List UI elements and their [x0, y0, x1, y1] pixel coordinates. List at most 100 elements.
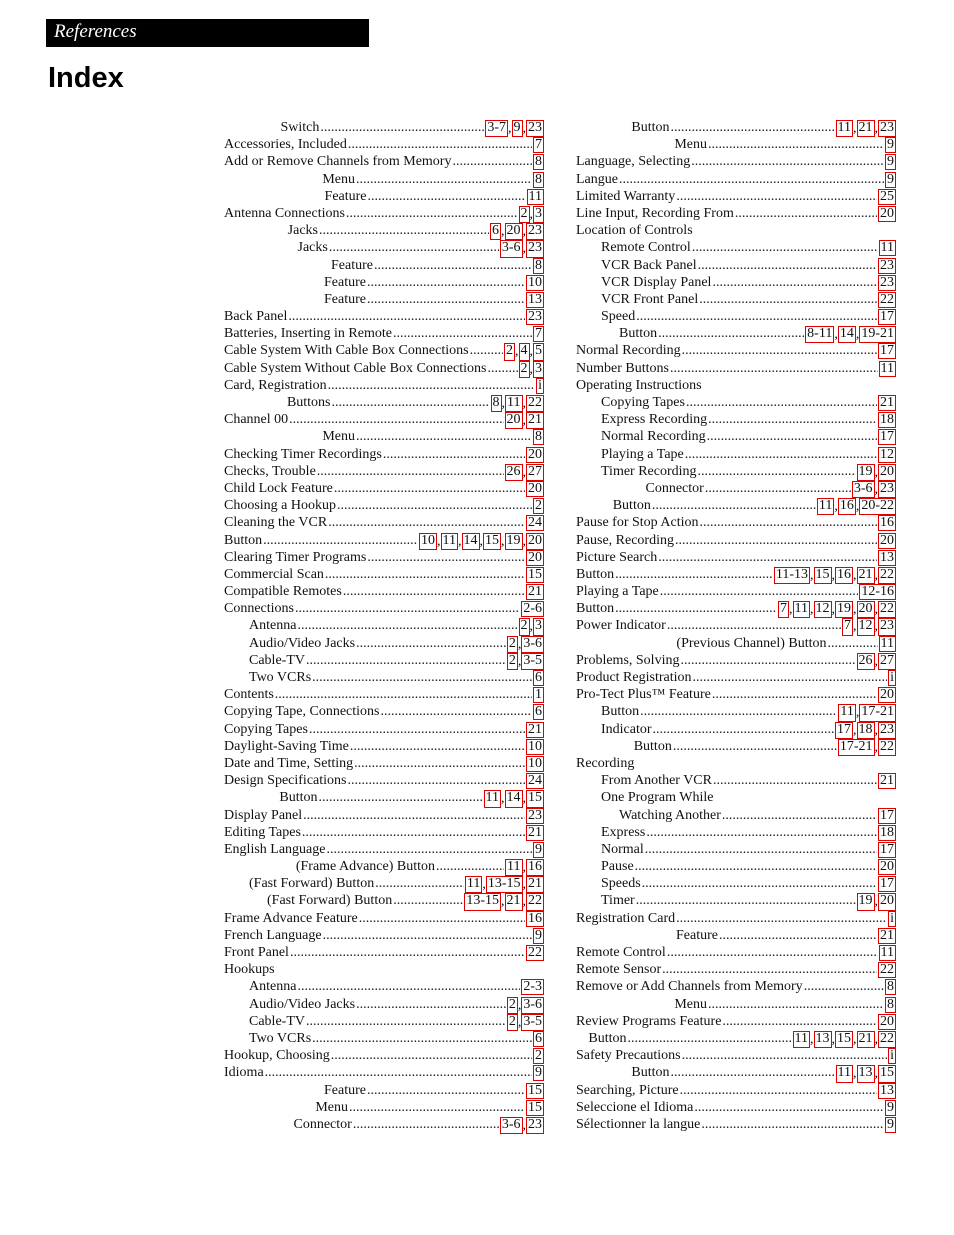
page-link[interactable]: 21 [878, 773, 896, 790]
page-link[interactable]: 24 [526, 773, 544, 790]
page-link[interactable]: 2-6 [521, 601, 544, 618]
page-link[interactable]: 10 [526, 738, 544, 755]
page-link[interactable]: 19 [835, 601, 853, 619]
page-link[interactable]: 6 [533, 1030, 544, 1047]
page-link[interactable]: 20 [878, 1013, 896, 1030]
page-link[interactable]: 2-3 [521, 979, 544, 996]
page-link[interactable]: 10 [526, 755, 544, 772]
page-link[interactable]: 17 [878, 841, 896, 858]
page-link[interactable]: 16 [526, 859, 544, 877]
page-link[interactable]: 11 [835, 1065, 853, 1083]
page-link[interactable]: 11-13 [773, 566, 810, 585]
page-link[interactable]: 2 [504, 343, 515, 361]
page-link[interactable]: 6 [490, 223, 501, 241]
page-link[interactable]: i [536, 377, 544, 394]
page-link[interactable]: 8 [533, 429, 544, 446]
page-link[interactable]: 23 [526, 1116, 544, 1135]
page-link[interactable]: 21 [856, 120, 875, 138]
page-link[interactable]: 2 [533, 498, 544, 515]
page-link[interactable]: 8 [490, 395, 502, 413]
page-link[interactable]: 20 [526, 446, 544, 463]
page-link[interactable]: 23 [878, 257, 896, 274]
page-link[interactable]: 15 [526, 566, 544, 583]
page-link[interactable]: 23 [526, 223, 544, 241]
page-link[interactable]: 11 [505, 395, 523, 413]
page-link[interactable]: 3-6 [499, 1116, 523, 1135]
page-link[interactable]: 23 [878, 274, 896, 291]
page-link[interactable]: 9 [533, 927, 544, 944]
page-link[interactable]: 27 [878, 652, 896, 671]
page-link[interactable]: 12 [856, 618, 875, 636]
page-link[interactable]: 22 [878, 601, 896, 619]
page-link[interactable]: 16 [878, 515, 896, 532]
page-link[interactable]: 22 [878, 962, 896, 979]
page-link[interactable]: 11 [526, 188, 544, 205]
page-link[interactable]: 3 [533, 618, 544, 636]
page-link[interactable]: 21 [526, 876, 544, 894]
page-link[interactable]: i [888, 910, 896, 927]
page-link[interactable]: 2 [506, 652, 518, 671]
page-link[interactable]: 19-21 [859, 326, 896, 344]
page-link[interactable]: 21 [526, 584, 544, 601]
page-link[interactable]: 14 [504, 790, 523, 808]
page-link[interactable]: 23 [878, 480, 896, 499]
page-link[interactable]: 1 [533, 687, 544, 704]
page-link[interactable]: 20 [878, 205, 896, 222]
page-link[interactable]: 23 [878, 618, 896, 636]
page-link[interactable]: 13 [813, 1030, 832, 1049]
page-link[interactable]: 2 [506, 635, 518, 653]
page-link[interactable]: 9 [885, 1116, 896, 1133]
page-link[interactable]: 18 [856, 721, 875, 739]
page-link[interactable]: 9 [885, 1099, 896, 1116]
page-link[interactable]: 6 [533, 704, 544, 721]
page-link[interactable]: 3-5 [521, 1013, 544, 1031]
page-link[interactable]: 18 [878, 824, 896, 841]
page-link[interactable]: 11 [505, 859, 523, 877]
page-link[interactable]: 21 [878, 395, 896, 411]
page-link[interactable]: 21 [504, 893, 523, 911]
page-link[interactable]: 15 [526, 1082, 544, 1099]
page-link[interactable]: 27 [526, 463, 544, 481]
page-link[interactable]: i [888, 670, 896, 686]
page-link[interactable]: 3-6 [499, 240, 523, 258]
page-link[interactable]: 3-6 [521, 635, 544, 653]
page-link[interactable]: 11 [792, 1030, 810, 1049]
page-link[interactable]: 11 [878, 360, 896, 377]
page-link[interactable]: 13 [526, 291, 544, 308]
page-link[interactable]: 26 [504, 463, 523, 481]
page-link[interactable]: 17 [835, 721, 853, 739]
page-link[interactable]: 22 [878, 566, 896, 585]
page-link[interactable]: 9 [511, 120, 523, 138]
page-link[interactable]: 17 [878, 876, 896, 893]
page-link[interactable]: 17 [878, 343, 896, 360]
page-link[interactable]: 2 [518, 205, 530, 224]
page-link[interactable]: i [888, 1048, 896, 1065]
page-link[interactable]: 10 [526, 274, 544, 291]
page-link[interactable]: 20 [526, 532, 544, 550]
page-link[interactable]: 21 [526, 824, 544, 841]
page-link[interactable]: 20 [878, 463, 896, 481]
page-link[interactable]: 13-15 [464, 893, 501, 911]
page-link[interactable]: 11 [878, 240, 896, 257]
page-link[interactable]: 9 [885, 137, 896, 154]
page-link[interactable]: 20-22 [859, 498, 896, 516]
page-link[interactable]: 2 [533, 1048, 544, 1065]
page-link[interactable]: 20 [526, 549, 544, 566]
page-link[interactable]: 20 [856, 601, 875, 619]
page-link[interactable]: 21 [526, 721, 544, 738]
page-link[interactable]: 17-21 [837, 738, 875, 756]
page-link[interactable]: 12 [813, 601, 832, 619]
page-link[interactable]: 22 [878, 1030, 896, 1049]
page-link[interactable]: 6 [533, 670, 544, 686]
page-link[interactable]: 5 [533, 343, 544, 361]
page-link[interactable]: 15 [526, 790, 544, 808]
page-link[interactable]: 23 [878, 721, 896, 739]
page-link[interactable]: 8 [533, 171, 544, 188]
page-link[interactable]: 11 [792, 601, 810, 619]
page-link[interactable]: 11 [464, 876, 483, 894]
page-link[interactable]: 21 [856, 1030, 875, 1049]
page-link[interactable]: 15 [483, 532, 501, 550]
page-link[interactable]: 3-7 [485, 120, 508, 138]
page-link[interactable]: 23 [526, 120, 544, 138]
page-link[interactable]: 21 [856, 566, 875, 585]
